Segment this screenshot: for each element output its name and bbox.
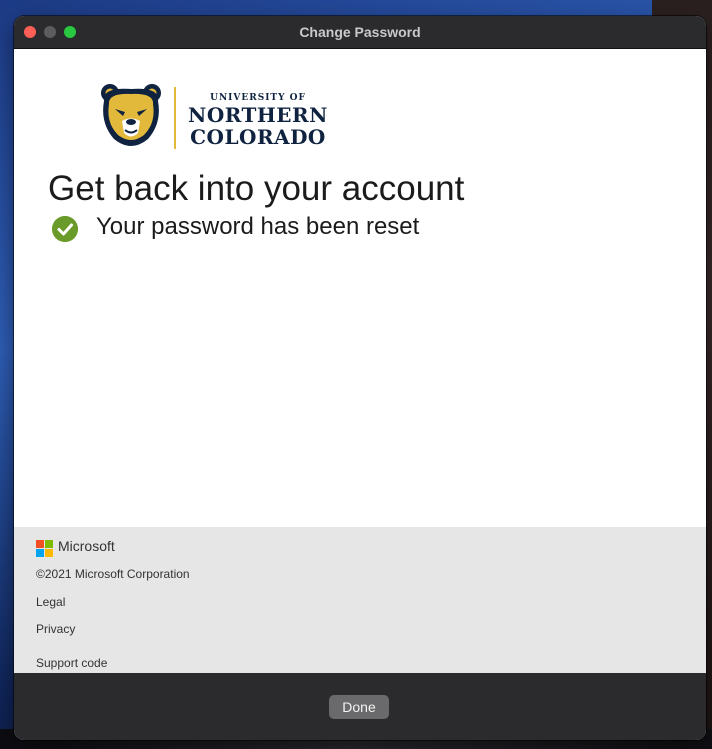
microsoft-logo-icon (36, 540, 54, 558)
copyright-text: ©2021 Microsoft Corporation (36, 567, 190, 581)
bear-mascot-icon (101, 84, 161, 146)
legal-link[interactable]: Legal (36, 595, 65, 609)
footer: Microsoft ©2021 Microsoft Corporation Le… (14, 527, 706, 673)
title-bar: Change Password (14, 16, 706, 49)
bottom-bar: Done (14, 673, 706, 740)
done-button[interactable]: Done (329, 695, 389, 719)
logo-university-of: UNIVERSITY OF (210, 93, 306, 103)
support-code-link[interactable]: Support code (36, 656, 107, 670)
main-content: UNIVERSITY OF NORTHERN COLORADO Get back… (14, 49, 706, 527)
unc-logo: UNIVERSITY OF NORTHERN COLORADO (98, 83, 338, 153)
logo-colorado: COLORADO (190, 125, 326, 149)
privacy-link[interactable]: Privacy (36, 622, 75, 636)
window-title: Change Password (299, 24, 421, 40)
page-title: Get back into your account (48, 169, 465, 208)
check-circle-icon (52, 216, 78, 242)
logo-divider (174, 87, 176, 149)
logo-northern: NORTHERN (188, 103, 328, 127)
change-password-window: Change Password UNIVERSITY OF NORTHERN C… (14, 16, 706, 740)
status-text: Your password has been reset (96, 213, 420, 240)
microsoft-wordmark: Microsoft (58, 538, 115, 554)
